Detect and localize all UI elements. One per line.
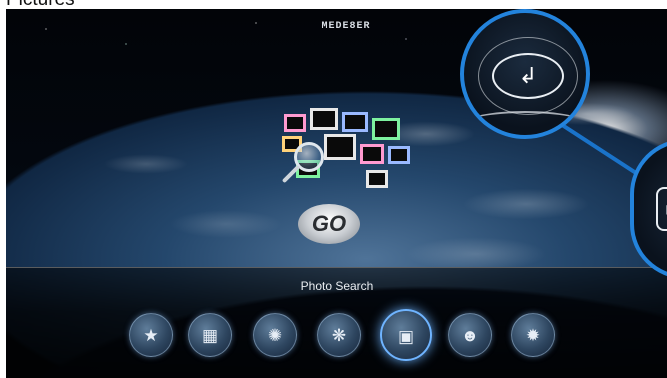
enter-return-icon: ↲ — [518, 63, 538, 88]
photo-frame — [324, 134, 356, 160]
photo-search-illustration — [276, 104, 416, 214]
icon-glyph: ★ — [143, 326, 159, 345]
icon-glyph: ❋ — [331, 326, 347, 345]
folder-tag-icon[interactable]: ▦ — [188, 313, 232, 357]
settings-gear-icon[interactable]: ✹ — [511, 313, 555, 357]
photo-frame — [366, 170, 388, 188]
favorites-icon[interactable]: ★ — [129, 313, 173, 357]
zoom-callout-enter: ↲ — [460, 9, 590, 139]
photo-effects-icon[interactable]: ❋ — [317, 313, 361, 357]
filmstrip-icon[interactable]: ✺ — [253, 313, 297, 357]
photo-frame — [342, 112, 368, 132]
icon-glyph: ✺ — [267, 326, 283, 345]
page-title: Pictures — [6, 0, 75, 9]
icon-glyph: ▣ — [397, 327, 415, 346]
icon-glyph: ☻ — [461, 326, 479, 345]
photo-frame — [372, 118, 400, 140]
photo-frame — [284, 114, 306, 132]
menu-icon-row: ★ ▦ ✺ ❋ ▣ ☻ ✹ — [127, 309, 567, 367]
icon-glyph: ✹ — [525, 326, 541, 345]
media-player-screen: MEDE8ER GO Photo Search ★ ▦ ✺ ❋ ▣ ☻ ✹ ↲ … — [6, 9, 667, 378]
icon-glyph: ▦ — [201, 326, 219, 345]
selected-item-label: Photo Search — [300, 279, 374, 293]
search-logo: GO — [298, 204, 360, 244]
photo-frame — [310, 108, 338, 130]
brand-logo: MEDE8ER — [321, 21, 371, 32]
button-arc — [464, 111, 586, 135]
people-icon[interactable]: ☻ — [448, 313, 492, 357]
photo-search-icon[interactable]: ▣ — [380, 309, 432, 361]
photo-frame — [360, 144, 384, 164]
photo-frame — [388, 146, 410, 164]
grid-view-button[interactable]: ▦ — [656, 187, 667, 231]
